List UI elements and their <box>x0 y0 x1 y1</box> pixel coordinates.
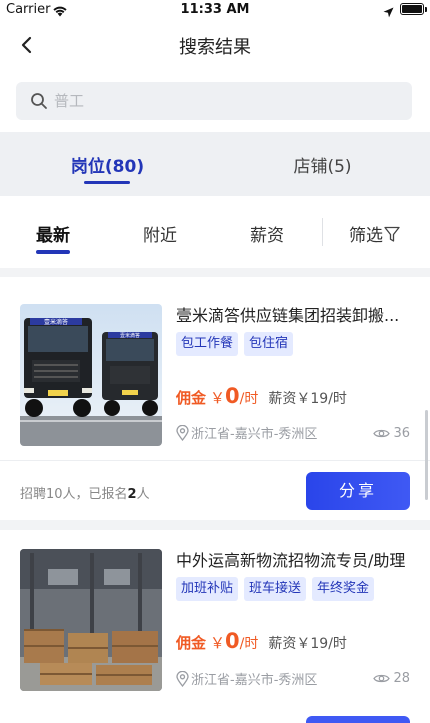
view-count-text: 36 <box>393 426 410 441</box>
recruit-summary-suffix: 人 <box>136 487 150 502</box>
tab-positions-label: 岗位(80) <box>70 157 145 177</box>
eye-icon <box>373 429 391 438</box>
filter-latest-label: 最新 <box>36 226 70 246</box>
battery-tip <box>425 7 427 12</box>
commission-label: 佣金 <box>176 389 207 407</box>
tab-active-indicator <box>84 181 130 184</box>
eye-icon <box>373 674 391 683</box>
location-pin-icon <box>176 424 189 442</box>
commission-value: 0 <box>225 629 240 653</box>
filter-active-indicator <box>36 250 70 254</box>
job-image: 壹米滴答 壹米滴答 <box>20 304 162 446</box>
job-tag: 加班补贴 <box>176 577 239 601</box>
nav-bar: 搜索结果 <box>0 20 430 70</box>
share-button[interactable]: 分享 <box>306 472 410 510</box>
main-tabs: 岗位(80) 店铺(5) <box>0 132 430 196</box>
filter-screen[interactable]: 筛选 <box>349 221 400 248</box>
scrollbar[interactable] <box>425 410 428 500</box>
job-card[interactable]: 中外运高新物流招物流专员/助理 加班补贴 班车接送 年终奖金 佣金 ￥0/时 薪资￥… <box>0 530 430 723</box>
job-title[interactable]: 中外运高新物流招物流专员/助理 <box>176 547 412 571</box>
job-tag: 包工作餐 <box>176 332 239 356</box>
tab-shops[interactable]: 店铺(5) <box>215 152 430 177</box>
filter-nearby[interactable]: 附近 <box>143 221 177 246</box>
job-image <box>20 549 162 691</box>
job-tag: 年终奖金 <box>312 577 375 601</box>
status-bar: Carrier 11:33 AM <box>0 0 430 20</box>
price-row: 佣金 ￥0/时 薪资￥19/时 <box>176 384 347 410</box>
tab-shops-label: 店铺(5) <box>293 157 352 177</box>
filter-bar: 最新 附近 薪资 筛选 <box>0 196 430 268</box>
salary-text: 薪资￥19/时 <box>268 391 347 407</box>
commission-currency: ￥ <box>210 634 226 652</box>
job-tag: 班车接送 <box>244 577 307 601</box>
job-location: 浙江省-嘉兴市-秀洲区 <box>176 669 317 688</box>
view-count: 28 <box>373 671 410 686</box>
filter-salary[interactable]: 薪资 <box>250 221 284 246</box>
filter-screen-label: 筛选 <box>349 226 383 246</box>
view-count: 36 <box>373 426 410 441</box>
filter-nearby-label: 附近 <box>143 226 177 246</box>
filter-divider <box>322 218 323 246</box>
location-text: 浙江省-嘉兴市-秀洲区 <box>191 427 318 442</box>
job-tags: 加班补贴 班车接送 年终奖金 <box>176 577 375 601</box>
card-divider <box>0 460 430 461</box>
job-location: 浙江省-嘉兴市-秀洲区 <box>176 423 317 442</box>
battery-icon <box>400 3 424 15</box>
recruit-summary: 招聘10人，已报名2人 <box>20 483 150 502</box>
search-input[interactable] <box>54 82 394 120</box>
commission-label: 佣金 <box>176 634 207 652</box>
location-pin-icon <box>176 670 189 688</box>
filter-latest[interactable]: 最新 <box>36 221 70 254</box>
location-text: 浙江省-嘉兴市-秀洲区 <box>191 673 318 688</box>
commission-value: 0 <box>225 384 240 408</box>
job-tag: 包住宿 <box>244 332 294 356</box>
funnel-icon <box>384 226 400 248</box>
recruit-summary-prefix: 招聘10人，已报名 <box>20 487 128 502</box>
filter-salary-label: 薪资 <box>250 226 284 246</box>
view-count-text: 28 <box>393 671 410 686</box>
commission-unit: /时 <box>239 636 259 652</box>
page-title: 搜索结果 <box>179 37 251 58</box>
truck-sign-text: 壹米滴答 <box>44 318 68 326</box>
search-box[interactable] <box>16 82 412 120</box>
search-icon <box>30 92 48 114</box>
salary-text: 薪资￥19/时 <box>268 636 347 652</box>
commission-unit: /时 <box>239 391 259 407</box>
search-section <box>0 70 430 132</box>
job-tags: 包工作餐 包住宿 <box>176 332 294 356</box>
tab-positions[interactable]: 岗位(80) <box>0 152 215 184</box>
truck-sign-text: 壹米滴答 <box>120 332 140 339</box>
price-row: 佣金 ￥0/时 薪资￥19/时 <box>176 629 347 655</box>
commission-currency: ￥ <box>210 389 226 407</box>
share-button-partial[interactable] <box>306 716 410 723</box>
clock: 11:33 AM <box>180 2 250 17</box>
job-title[interactable]: 壹米滴答供应链集团招装卸搬... <box>176 302 412 326</box>
job-card[interactable]: 壹米滴答 壹米滴答 壹米滴答供应链集团招装卸搬... 包工作餐 包住宿 佣金 ￥0… <box>0 277 430 520</box>
applied-count: 2 <box>127 487 137 502</box>
